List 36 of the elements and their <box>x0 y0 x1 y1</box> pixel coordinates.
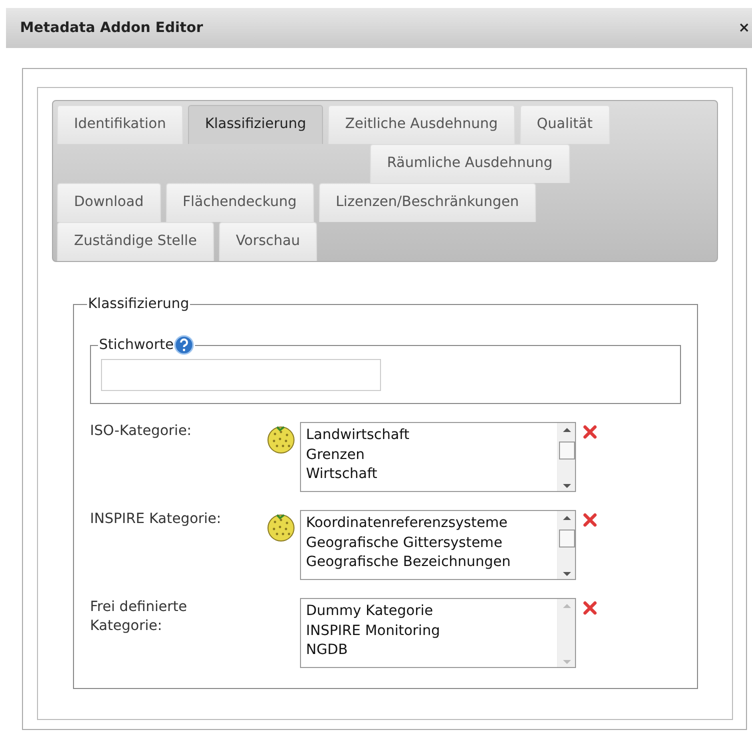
window-title: Metadata Addon Editor <box>20 18 203 38</box>
help-icon[interactable] <box>174 335 194 355</box>
tab[interactable]: Räumliche Ausdehnung <box>370 144 570 183</box>
tab[interactable]: Download <box>57 183 161 222</box>
list-option[interactable]: INSPIRE Monitoring <box>306 622 552 641</box>
tab[interactable]: Identifikation <box>57 105 183 144</box>
list-option[interactable]: NGDB <box>306 641 552 660</box>
list-option[interactable]: Geografische Gittersysteme <box>306 534 552 553</box>
category-listbox[interactable]: Koordinatenreferenzsysteme Geografische Gittersysteme Geografische Bezeichnungen <box>300 510 576 580</box>
tab[interactable]: Flächendeckung <box>166 183 314 222</box>
delete-icon[interactable] <box>582 424 598 440</box>
keywords-input[interactable] <box>101 359 381 391</box>
list-option[interactable]: Geografische Bezeichnungen <box>306 553 552 572</box>
globe-icon[interactable] <box>266 512 296 542</box>
section-legend: Klassifizierung <box>87 297 190 311</box>
tab[interactable]: Lizenzen/Beschränkungen <box>318 183 536 222</box>
category-label: Frei definierte Kategorie: <box>90 598 188 636</box>
category-listbox[interactable]: Dummy Kategorie INSPIRE Monitoring NGDB <box>300 598 576 668</box>
list-option[interactable]: Grenzen <box>306 446 552 465</box>
category-listbox[interactable]: Landwirtschaft Grenzen Wirtschaft <box>300 422 576 492</box>
category-label: INSPIRE Kategorie: <box>90 510 222 529</box>
keywords-label: Stichworte <box>99 338 174 352</box>
list-option[interactable]: Dummy Kategorie <box>306 602 552 622</box>
tab[interactable]: Qualität <box>520 105 610 144</box>
list-option[interactable]: Wirtschaft <box>306 465 552 484</box>
list-option[interactable]: Koordinatenreferenzsysteme <box>306 514 552 534</box>
tab[interactable]: Zuständige Stelle <box>57 222 214 261</box>
tab[interactable]: Zeitliche Ausdehnung <box>328 105 515 144</box>
tab[interactable]: Vorschau <box>218 222 317 261</box>
delete-icon[interactable] <box>582 512 598 528</box>
category-label: ISO-Kategorie: <box>90 422 193 441</box>
close-button[interactable]: × <box>738 18 752 38</box>
list-option[interactable]: Landwirtschaft <box>306 426 552 446</box>
globe-icon[interactable] <box>266 424 296 454</box>
tab[interactable]: Klassifizierung <box>188 105 324 144</box>
delete-icon[interactable] <box>582 600 598 616</box>
